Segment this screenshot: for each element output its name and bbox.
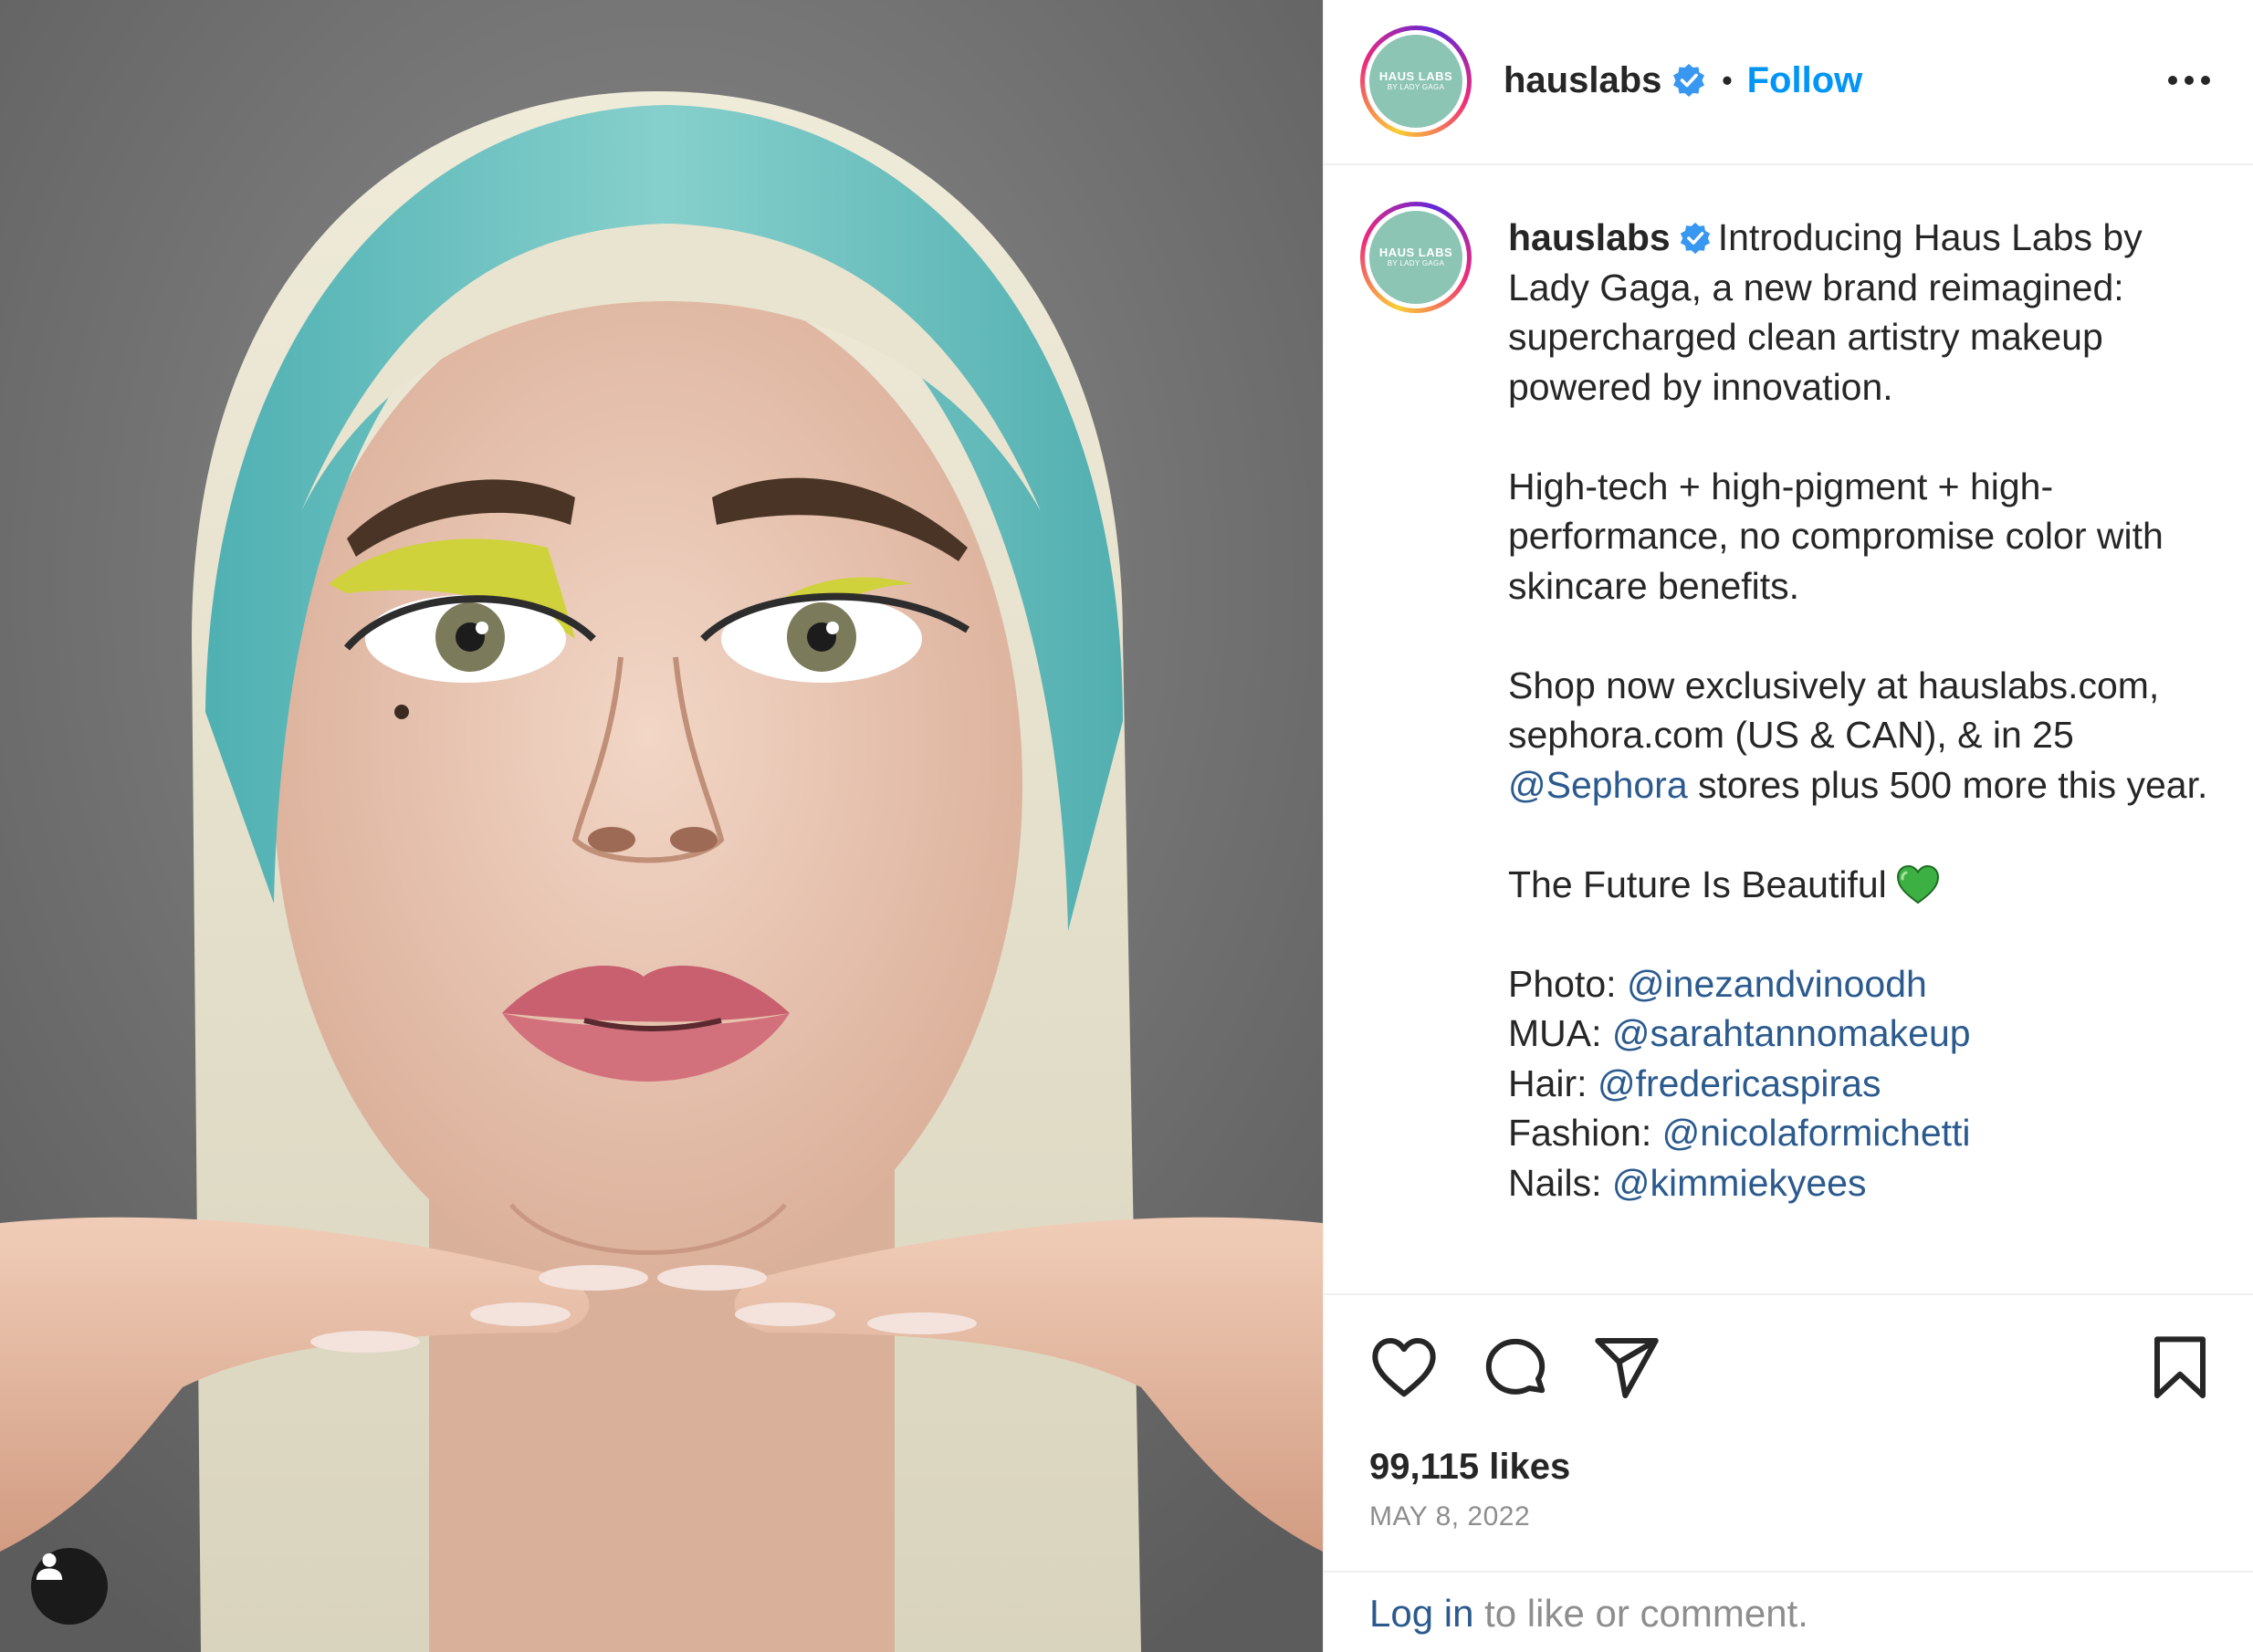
caption-avatar[interactable]: HAUS LABS BY LADY GAGA	[1360, 202, 1472, 313]
login-prompt: Log in to like or comment.	[1369, 1592, 1808, 1636]
caption-avatar-logo-line2: BY LADY GAGA	[1387, 259, 1445, 267]
mention-link-photo[interactable]: @inezandvinoodh	[1627, 963, 1927, 1005]
likes-count[interactable]: 99,115 likes	[1369, 1447, 1570, 1488]
caption-paragraph-4: The Future Is Beautiful	[1508, 863, 1887, 905]
caption-paragraph-3b: stores plus 500 more this year.	[1687, 763, 2208, 806]
portrait-illustration	[0, 0, 1323, 1652]
post-caption: HAUS LABS BY LADY GAGA hauslabs Introduci…	[1324, 165, 2253, 1295]
ellipsis-icon[interactable]	[2162, 62, 2216, 99]
heart-outline-icon[interactable]	[1368, 1332, 1441, 1405]
caption-text: hauslabs Introducing Haus Labs by Lady Ga…	[1508, 213, 2220, 1208]
mention-link-nails[interactable]: @kimmiekyees	[1612, 1162, 1867, 1204]
verified-badge-icon	[1673, 64, 1705, 97]
post-side-panel: HAUS LABS BY LADY GAGA hauslabs • Follow	[1323, 0, 2253, 1652]
credit-label-mua: MUA:	[1508, 1012, 1612, 1054]
avatar[interactable]: HAUS LABS BY LADY GAGA	[1360, 26, 1472, 137]
username-link[interactable]: hauslabs	[1504, 58, 1661, 102]
credit-label-hair: Hair:	[1508, 1061, 1598, 1104]
verified-badge-icon	[1680, 222, 1710, 255]
caption-username[interactable]: hauslabs	[1508, 216, 1671, 258]
login-prompt-text: to like or comment.	[1473, 1592, 1808, 1635]
credit-label-photo: Photo:	[1508, 962, 1627, 1005]
caption-paragraph-3a: Shop now exclusively at hauslabs.com, se…	[1508, 664, 2170, 757]
avatar-logo-line2: BY LADY GAGA	[1387, 83, 1445, 91]
bookmark-icon[interactable]	[2143, 1332, 2216, 1405]
follow-button[interactable]: Follow	[1747, 58, 1863, 102]
paper-plane-icon[interactable]	[1590, 1332, 1663, 1405]
avatar-logo-line1: HAUS LABS	[1378, 69, 1453, 83]
caption-avatar-logo-line1: HAUS LABS	[1378, 246, 1453, 259]
mention-link-fashion[interactable]: @nicolaformichetti	[1662, 1112, 1971, 1154]
post-date: MAY 8, 2022	[1369, 1501, 1531, 1532]
speech-bubble-icon[interactable]	[1479, 1332, 1552, 1405]
mention-link-hair[interactable]: @fredericaspiras	[1598, 1062, 1881, 1104]
mention-link[interactable]: @Sephora	[1508, 764, 1688, 806]
user-icon	[36, 1553, 63, 1580]
mention-link-mua[interactable]: @sarahtannomakeup	[1612, 1012, 1971, 1054]
credit-label-fashion: Fashion:	[1508, 1112, 1662, 1154]
green-heart-icon	[1896, 864, 1939, 904]
credit-label-nails: Nails:	[1508, 1161, 1612, 1204]
post-actions: 99,115 likes MAY 8, 2022	[1324, 1295, 2253, 1573]
separator-dot: •	[1722, 64, 1733, 97]
caption-paragraph-2: High-tech + high-pigment + high-performa…	[1508, 465, 2174, 607]
header-user-row: hauslabs • Follow	[1504, 58, 1862, 102]
instagram-post-page: HAUS LABS BY LADY GAGA hauslabs • Follow	[0, 0, 2253, 1652]
login-link[interactable]: Log in	[1369, 1592, 1473, 1635]
tag-button[interactable]	[31, 1548, 108, 1625]
post-header: HAUS LABS BY LADY GAGA hauslabs • Follow	[1324, 0, 2253, 165]
post-photo[interactable]	[0, 0, 1323, 1652]
